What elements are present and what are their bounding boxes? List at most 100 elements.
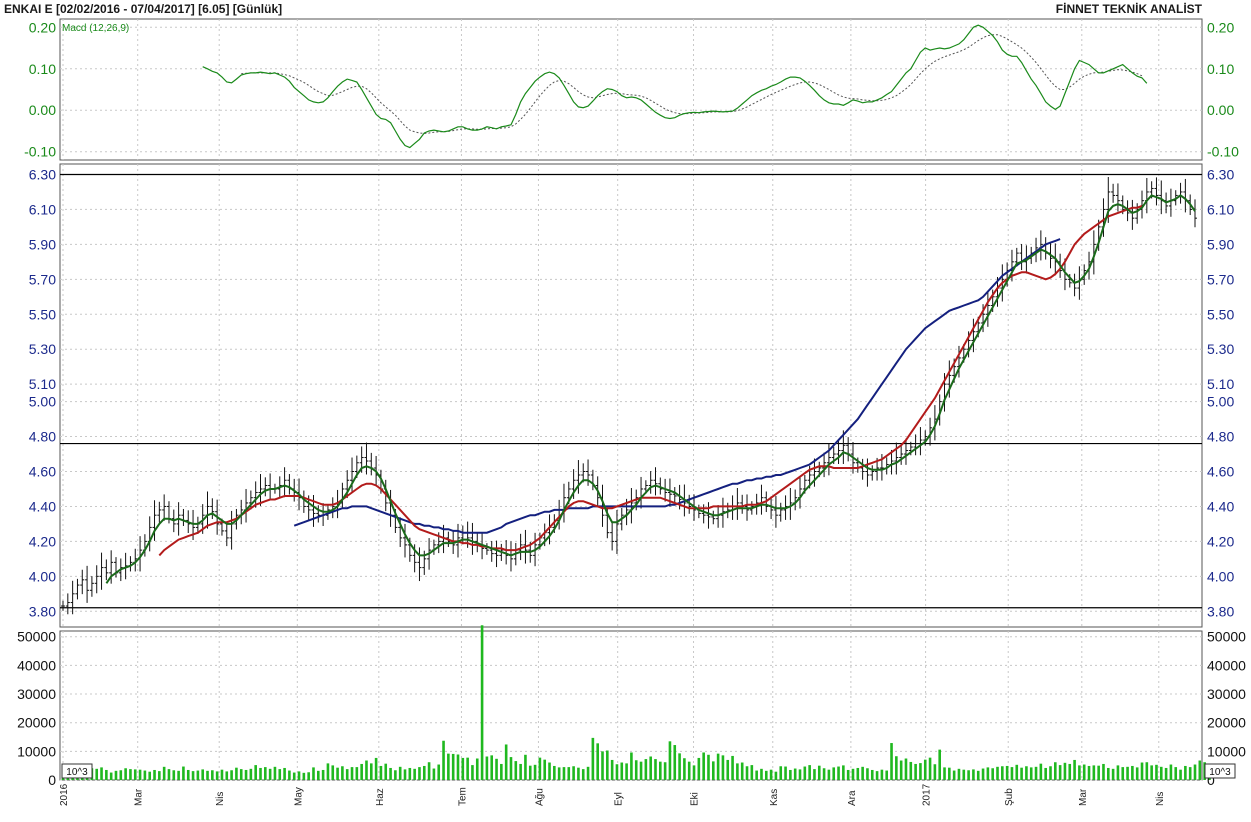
volume-bar [562, 767, 566, 780]
volume-tick-label: 10000 [17, 743, 56, 759]
volume-tick-label: 50000 [17, 629, 56, 645]
volume-bar [369, 763, 373, 780]
volume-bar [186, 769, 190, 780]
price-tick-label: 4.80 [1207, 429, 1234, 445]
volume-bar [480, 625, 484, 780]
volume-bar [95, 768, 99, 780]
volume-bar [538, 757, 542, 780]
chart-title: ENKAI E [02/02/2016 - 07/04/2017] [6.05]… [4, 2, 282, 16]
volume-bar [774, 771, 778, 780]
volume-bar [1135, 767, 1139, 780]
volume-bar [264, 767, 267, 780]
volume-bar [350, 767, 354, 780]
macd-label: Macd (12,26,9) [62, 23, 129, 34]
volume-bar [976, 770, 980, 780]
chart-canvas: ENKAI E [02/02/2016 - 07/04/2017] [6.05]… [0, 0, 1251, 822]
volume-bar [288, 770, 291, 780]
volume-bar [109, 772, 113, 780]
volume-tick-label: 0 [48, 772, 56, 788]
macd-tick-label: -0.10 [24, 144, 56, 160]
volume-bar [129, 769, 132, 780]
price-tick-label: 5.00 [1207, 394, 1234, 410]
volume-bar [1015, 764, 1019, 780]
volume-bar [870, 769, 874, 780]
volume-bar [1097, 765, 1100, 780]
volume-bar [1159, 766, 1163, 780]
volume-bar [769, 769, 773, 780]
volume-bar [928, 757, 932, 780]
volume-tick-label: 40000 [17, 657, 56, 673]
volume-bar [1106, 767, 1110, 780]
volume-bar [654, 759, 657, 780]
volume-bar [495, 758, 498, 780]
volume-bar [485, 756, 489, 780]
macd-tick-label: 0.00 [29, 102, 56, 118]
volume-bar [779, 766, 783, 780]
volume-bar [1145, 762, 1149, 780]
volume-bar [707, 754, 710, 780]
volume-bar [1111, 768, 1115, 780]
volume-bar [413, 768, 416, 780]
volume-bar [957, 768, 961, 780]
volume-bar [634, 760, 638, 780]
price-tick-label: 4.40 [1207, 498, 1234, 514]
volume-unit-left: 10^3 [66, 767, 88, 778]
volume-bar [1001, 766, 1004, 780]
volume-bar [1063, 762, 1067, 780]
volume-bar [235, 767, 238, 780]
volume-tick-label: 30000 [1207, 686, 1246, 702]
volume-bar [133, 769, 137, 780]
price-tick-label: 4.20 [29, 533, 56, 549]
volume-bar [1102, 763, 1105, 780]
volume-bar [649, 756, 652, 780]
volume-bar [422, 765, 426, 780]
volume-bar [331, 765, 335, 780]
volume-bar [206, 770, 209, 780]
volume-bar [302, 772, 306, 780]
x-tick-label: Kas [769, 789, 780, 806]
volume-bar [755, 770, 758, 780]
volume-bar [943, 767, 946, 780]
price-tick-label: 5.90 [1207, 236, 1234, 252]
volume-bar [620, 762, 624, 780]
volume-bar [466, 757, 469, 780]
volume-bar [220, 769, 224, 780]
volume-bar [567, 767, 571, 780]
volume-bar [789, 769, 792, 780]
volume-bar [842, 765, 845, 780]
volume-bar [158, 771, 161, 780]
volume-bar [740, 762, 744, 780]
volume-tick-label: 20000 [17, 715, 56, 731]
volume-bar [866, 768, 869, 780]
volume-bar [962, 769, 966, 780]
volume-bar [292, 772, 296, 780]
volume-bar [432, 768, 436, 780]
price-tick-label: 4.60 [1207, 464, 1234, 480]
volume-bar [904, 758, 908, 780]
volume-tick-label: 40000 [1207, 657, 1246, 673]
volume-bar [148, 771, 152, 780]
volume-bar [914, 763, 917, 780]
volume-bar [808, 765, 811, 780]
macd-tick-label: 0.20 [29, 19, 56, 35]
volume-bar [659, 761, 662, 780]
x-tick-label: Nis [215, 792, 226, 806]
volume-bar [610, 759, 614, 780]
volume-bar [1029, 767, 1033, 780]
volume-unit-right: 10^3 [1209, 767, 1231, 778]
volume-bar [923, 759, 927, 780]
volume-bar [736, 763, 739, 780]
volume-bar [447, 753, 450, 780]
volume-bar [817, 765, 821, 780]
volume-bar [124, 768, 127, 780]
volume-bar [177, 770, 180, 780]
volume-bar [519, 763, 522, 780]
volume-bar [861, 766, 864, 780]
volume-bar [355, 767, 359, 780]
volume-bar [890, 743, 893, 780]
volume-bar [1034, 766, 1038, 780]
volume-bar [215, 771, 219, 780]
volume-bar [509, 757, 513, 780]
price-tick-label: 5.70 [1207, 271, 1234, 287]
volume-bar [418, 767, 421, 780]
